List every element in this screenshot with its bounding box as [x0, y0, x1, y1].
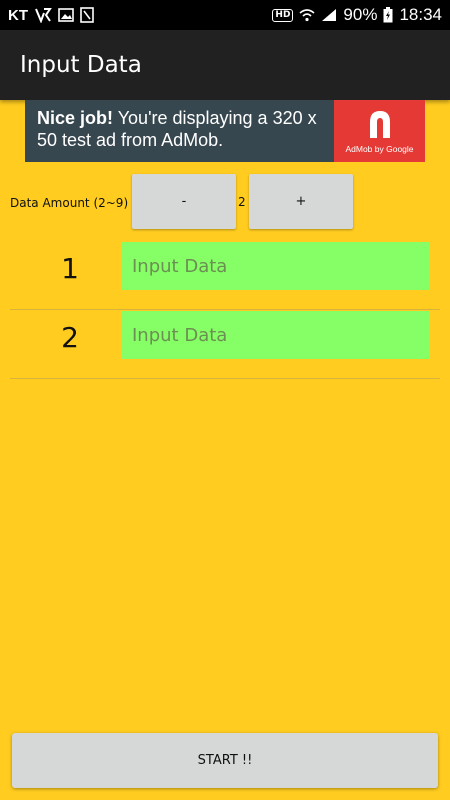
- hd-icon: HD: [272, 8, 294, 22]
- status-bar: KT HD 90% 18:34: [0, 0, 450, 30]
- decrement-button[interactable]: -: [132, 174, 236, 229]
- data-input-1[interactable]: [122, 242, 430, 290]
- start-button[interactable]: START !!: [12, 733, 438, 788]
- admob-caption: AdMob by Google: [345, 144, 414, 154]
- status-bar-right: HD 90% 18:34: [272, 5, 442, 25]
- signal-icon: [321, 8, 337, 22]
- image-icon: [58, 8, 74, 22]
- page-title: Input Data: [20, 52, 142, 78]
- vpn-key-icon: [34, 7, 52, 23]
- battery-charging-icon: [383, 7, 393, 23]
- data-amount-row: Data Amount (2~9) - 2 +: [0, 174, 450, 230]
- ad-headline: Nice job!: [37, 108, 114, 128]
- increment-button[interactable]: +: [249, 174, 353, 229]
- row-number: 1: [61, 252, 79, 285]
- row-number: 2: [61, 321, 79, 354]
- wifi-icon: [299, 8, 315, 22]
- ad-text: Nice job! You're displaying a 320 x 50 t…: [25, 100, 334, 162]
- clipboard-icon: [80, 7, 94, 23]
- status-bar-left: KT: [8, 7, 94, 24]
- ad-banner[interactable]: Nice job! You're displaying a 320 x 50 t…: [25, 100, 425, 162]
- data-row-2: 2: [10, 311, 440, 379]
- data-input-2[interactable]: [122, 311, 430, 359]
- app-bar: Input Data: [0, 30, 450, 100]
- carrier-label: KT: [8, 6, 28, 24]
- admob-logo: AdMob by Google: [334, 100, 425, 162]
- clock: 18:34: [399, 5, 442, 24]
- data-row-1: 1: [10, 242, 440, 310]
- admob-icon: [365, 108, 395, 140]
- data-amount-label: Data Amount (2~9): [10, 196, 129, 210]
- battery-percent: 90%: [343, 5, 378, 24]
- data-amount-value: 2: [238, 195, 246, 209]
